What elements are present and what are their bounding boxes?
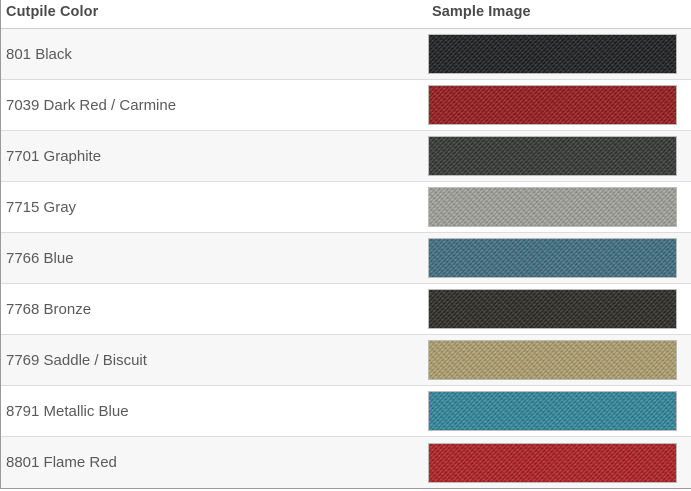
table-row: 7769 Saddle / Biscuit xyxy=(1,335,691,386)
table-body: 801 Black 7039 Dark Red / Carmine 7701 G… xyxy=(1,29,691,488)
color-name: 8801 Flame Red xyxy=(6,454,117,471)
color-name: 801 Black xyxy=(6,45,72,63)
table-row: 8801 Flame Red xyxy=(1,437,691,488)
color-name: 8791 Metallic Blue xyxy=(6,402,129,420)
sample-image xyxy=(428,34,677,74)
table-row: 801 Black xyxy=(1,29,691,80)
color-name: 7769 Saddle / Biscuit xyxy=(6,351,147,369)
table-header: Cutpile Color Sample Image xyxy=(1,0,691,29)
sample-image xyxy=(428,85,677,125)
cutpile-color-table: Cutpile Color Sample Image 801 Black 703… xyxy=(0,0,691,489)
sample-image xyxy=(428,238,677,278)
header-cutpile-color: Cutpile Color xyxy=(6,4,99,20)
sample-image xyxy=(428,289,677,329)
color-name: 7701 Graphite xyxy=(6,147,102,165)
table-row: 7701 Graphite xyxy=(1,131,691,182)
table-row: 7766 Blue xyxy=(1,233,691,284)
color-name: 7768 Bronze xyxy=(6,300,92,318)
sample-image xyxy=(428,391,677,431)
table-row: 7039 Dark Red / Carmine xyxy=(1,80,691,131)
sample-image xyxy=(428,136,677,176)
color-name: 7715 Gray xyxy=(6,198,77,216)
sample-image xyxy=(428,340,677,380)
table-row: 8791 Metallic Blue xyxy=(1,386,691,437)
table-row: 7768 Bronze xyxy=(1,284,691,335)
sample-image xyxy=(428,442,677,483)
color-name: 7039 Dark Red / Carmine xyxy=(6,96,177,114)
table-row: 7715 Gray xyxy=(1,182,691,233)
color-name: 7766 Blue xyxy=(6,249,74,267)
header-sample-image: Sample Image xyxy=(432,4,531,20)
sample-image xyxy=(428,187,677,227)
